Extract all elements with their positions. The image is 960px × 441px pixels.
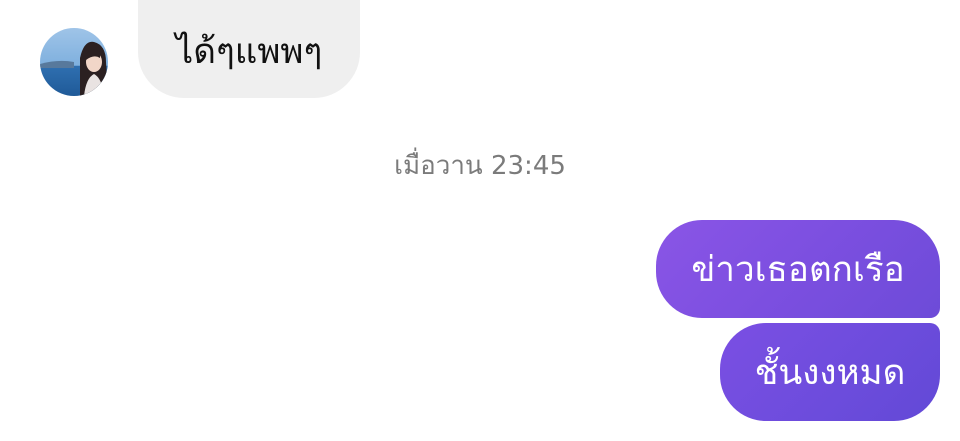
outgoing-message-bubble[interactable]: ข่าวเธอตกเรือ: [656, 220, 940, 318]
message-timestamp: เมื่อวาน 23:45: [394, 151, 566, 181]
message-text: ข่าวเธอตกเรือ: [691, 249, 905, 290]
chat-thread: ได้ๆแพพๆ เมื่อวาน 23:45 ข่าวเธอตกเรือ ชั…: [0, 0, 960, 441]
message-text: ชั้นงงหมด: [754, 352, 906, 393]
contact-avatar[interactable]: [40, 28, 108, 96]
avatar-photo-icon: [40, 28, 108, 96]
incoming-message-bubble[interactable]: ได้ๆแพพๆ: [138, 0, 360, 98]
outgoing-message-bubble[interactable]: ชั้นงงหมด: [720, 323, 940, 421]
message-text: ได้ๆแพพๆ: [175, 31, 323, 72]
